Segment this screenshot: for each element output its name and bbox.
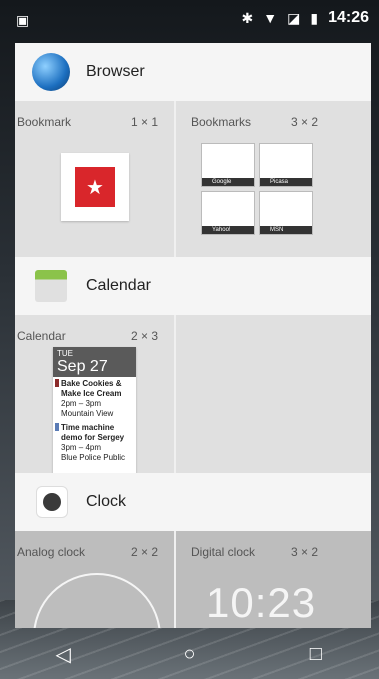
recents-button[interactable]: □ bbox=[286, 643, 346, 666]
bookmarks-preview: Google Picasa Yahoo! MSN bbox=[201, 143, 313, 235]
analog-clock-preview bbox=[33, 573, 161, 628]
widget-row-clock: Analog clock 2 × 2 Digital clock 3 × 2 1… bbox=[15, 531, 371, 628]
battery-icon: ▮ bbox=[310, 9, 319, 26]
globe-icon bbox=[32, 53, 70, 91]
bookmark-thumbnail: Picasa bbox=[259, 143, 313, 187]
calendar-header: TUE Sep 27 bbox=[53, 347, 136, 377]
widget-digital-clock[interactable]: Digital clock 3 × 2 10:23 bbox=[176, 531, 371, 628]
widget-label: Digital clock bbox=[191, 545, 256, 559]
widget-row-browser: Bookmark 1 × 1 ★ Bookmarks 3 × 2 Google … bbox=[15, 101, 371, 257]
calendar-event: Bake Cookies & Make Ice Cream 2pm – 3pm … bbox=[53, 377, 136, 421]
bookmark-thumbnail: Yahoo! bbox=[201, 191, 255, 235]
widget-size: 1 × 1 bbox=[131, 115, 159, 129]
app-row-clock: Clock bbox=[15, 473, 371, 531]
wifi-icon: ▼ bbox=[263, 10, 278, 26]
app-name: Browser bbox=[86, 63, 145, 80]
bluetooth-icon: ✱ bbox=[241, 9, 254, 26]
clock-icon bbox=[36, 486, 68, 518]
widget-size: 2 × 3 bbox=[131, 329, 159, 343]
widget-bookmarks[interactable]: Bookmarks 3 × 2 Google Picasa Yahoo! MSN bbox=[176, 101, 371, 257]
widget-label: Analog clock bbox=[17, 545, 86, 559]
app-row-calendar: Calendar bbox=[15, 257, 371, 315]
widget-size: 3 × 2 bbox=[291, 115, 319, 129]
app-name: Calendar bbox=[86, 277, 151, 294]
widget-bookmark[interactable]: Bookmark 1 × 1 ★ bbox=[15, 101, 174, 257]
bookmark-thumbnail: MSN bbox=[259, 191, 313, 235]
widget-label: Bookmarks bbox=[191, 115, 252, 129]
widget-analog-clock[interactable]: Analog clock 2 × 2 bbox=[15, 531, 174, 628]
calendar-event: Time machine demo for Sergey 3pm – 4pm B… bbox=[53, 421, 136, 465]
calendar-preview: TUE Sep 27 Bake Cookies & Make Ice Cream… bbox=[53, 347, 136, 477]
back-button[interactable]: ◁ bbox=[33, 642, 93, 667]
widget-calendar[interactable]: Calendar 2 × 3 TUE Sep 27 Bake Cookies &… bbox=[15, 315, 174, 477]
bookmark-preview: ★ bbox=[61, 153, 129, 221]
bookmark-thumbnail: Google bbox=[201, 143, 255, 187]
widget-picker[interactable]: Browser Bookmark 1 × 1 ★ Bookmarks 3 × 2… bbox=[15, 43, 371, 628]
widget-size: 2 × 2 bbox=[131, 545, 159, 559]
calendar-icon bbox=[35, 270, 67, 302]
navigation-bar: ◁ ○ □ bbox=[0, 630, 379, 679]
status-time: 14:26 bbox=[328, 9, 369, 26]
status-bar: ▣ ✱ ▼ ◪ ▮ 14:26 bbox=[0, 0, 379, 40]
widget-label: Calendar bbox=[17, 329, 66, 343]
home-button[interactable]: ○ bbox=[159, 643, 219, 666]
app-name: Clock bbox=[86, 493, 127, 510]
bookmark-star-icon: ★ bbox=[75, 167, 115, 207]
app-row-browser: Browser bbox=[15, 43, 371, 101]
widget-row-calendar: Calendar 2 × 3 TUE Sep 27 Bake Cookies &… bbox=[15, 315, 371, 477]
widget-label: Bookmark bbox=[17, 115, 72, 129]
divider bbox=[174, 315, 176, 473]
no-sim-icon: ◪ bbox=[287, 9, 301, 26]
widget-size: 3 × 2 bbox=[291, 545, 319, 559]
image-icon: ▣ bbox=[16, 12, 30, 28]
digital-clock-preview: 10:23 bbox=[206, 579, 317, 626]
